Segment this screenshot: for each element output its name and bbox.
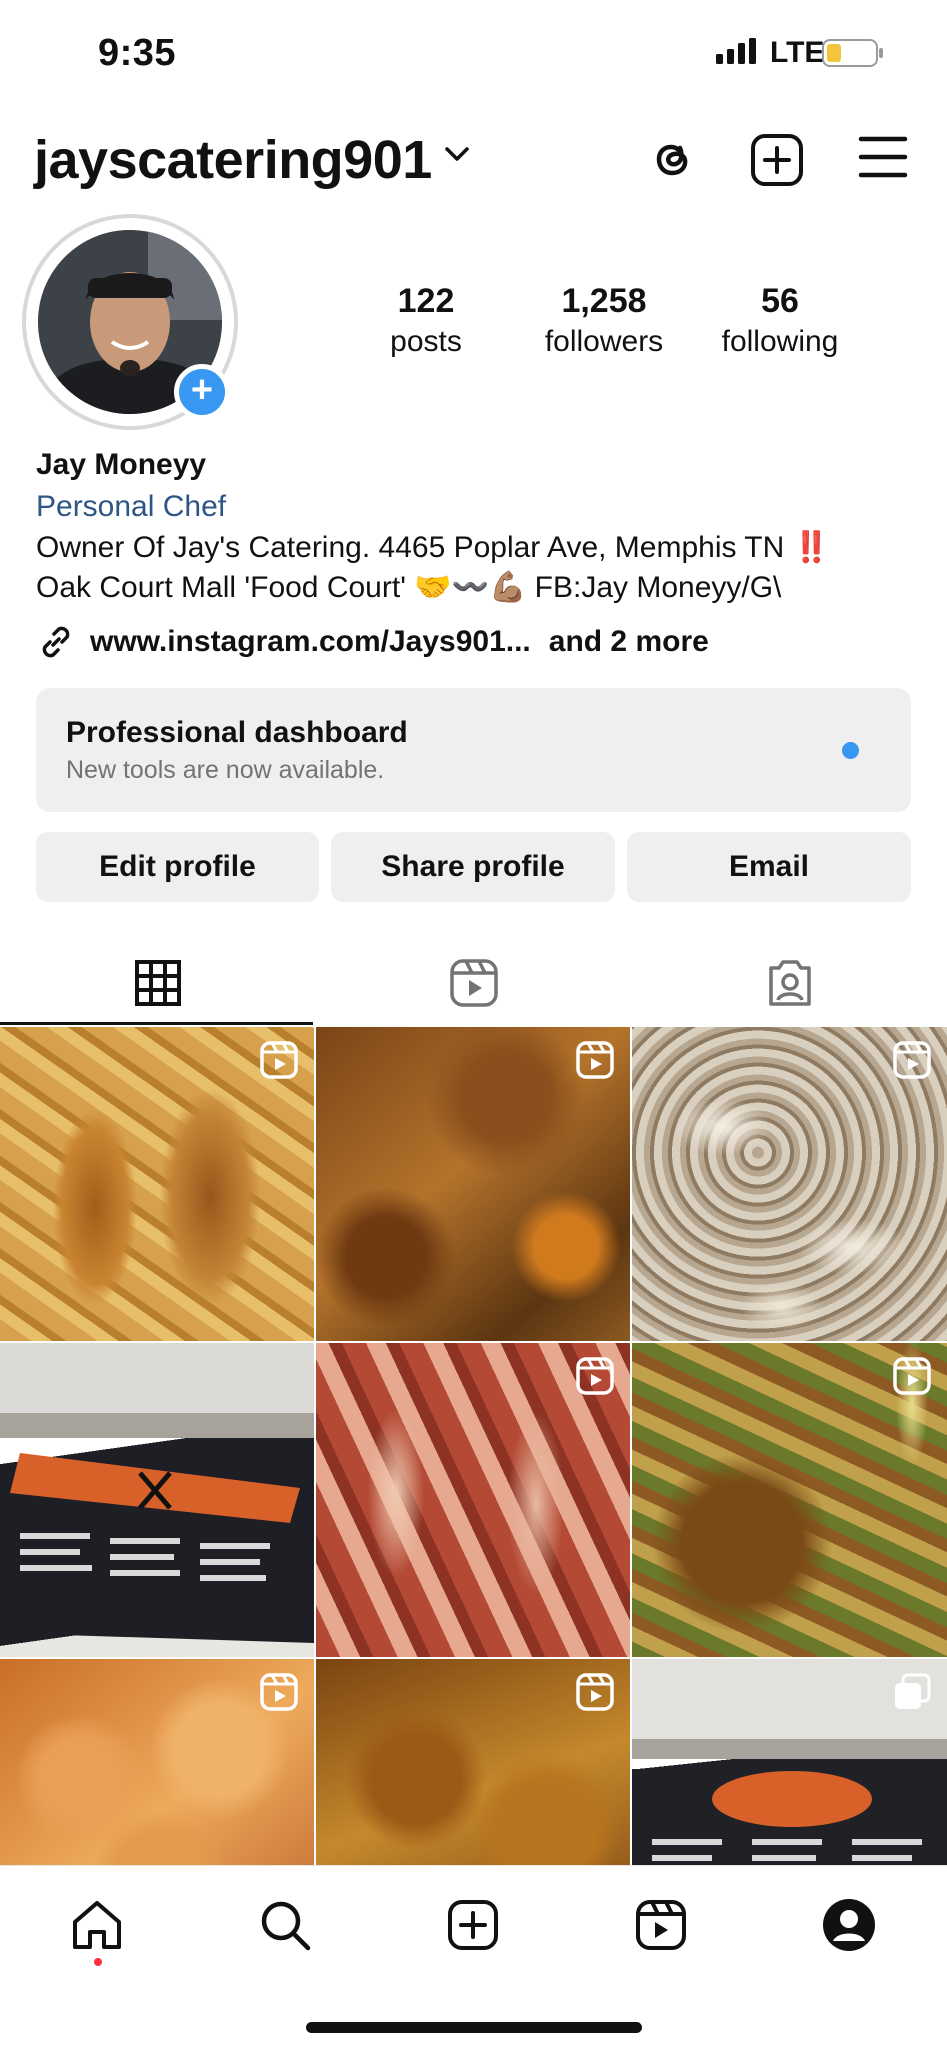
home-icon [73, 1901, 121, 1949]
reel-badge-icon [576, 1041, 614, 1084]
menu-icon[interactable] [858, 135, 908, 184]
post-tile-reel[interactable] [632, 1027, 947, 1341]
create-post-icon[interactable] [750, 133, 804, 192]
threads-icon[interactable] [646, 133, 698, 190]
bio-line: Oak Court Mall 'Food Court' 🤝〰️💪🏽 FB:Jay… [36, 571, 782, 604]
tab-posts-grid[interactable] [0, 940, 315, 1026]
search-icon [261, 1901, 311, 1951]
nav-reels[interactable] [626, 1890, 696, 1960]
post-tile-reel[interactable] [316, 1343, 630, 1657]
followers-count[interactable]: 1,258 followers [514, 282, 694, 359]
active-tab-indicator [0, 1022, 313, 1025]
profile-name: Jay Moneyy [36, 448, 207, 481]
reels-icon [449, 959, 498, 1007]
profile-icon [823, 1899, 875, 1951]
stat-label: posts [390, 325, 462, 358]
post-tile-reel[interactable] [632, 1343, 947, 1657]
account-switcher-username[interactable]: jayscatering901 [34, 129, 432, 191]
notification-dot [94, 1958, 102, 1966]
post-tile-carousel[interactable] [632, 1659, 947, 1865]
chevron-down-icon[interactable] [444, 145, 470, 168]
professional-dashboard[interactable]: Professional dashboard New tools are now… [36, 688, 911, 812]
email-button[interactable]: Email [627, 832, 911, 902]
new-indicator-dot [842, 742, 859, 759]
dashboard-title: Professional dashboard [66, 716, 408, 749]
reel-badge-icon [576, 1673, 614, 1716]
menu-board-photo [0, 1453, 314, 1643]
profile-category: Personal Chef [36, 490, 227, 523]
home-indicator [306, 2022, 642, 2033]
share-profile-button[interactable]: Share profile [331, 832, 615, 902]
reels-icon [636, 1900, 686, 1950]
post-tile-reel[interactable] [0, 1027, 314, 1341]
reel-badge-icon [260, 1673, 298, 1716]
stat-label: following [721, 325, 839, 358]
bottom-tab-bar [0, 1865, 947, 2048]
bio-line: Owner Of Jay's Catering. 4465 Poplar Ave… [36, 531, 830, 564]
grid-icon [134, 960, 181, 1006]
nav-search[interactable] [250, 1890, 320, 1960]
tagged-icon [768, 960, 811, 1006]
tab-tagged[interactable] [632, 940, 947, 1026]
reel-badge-icon [893, 1357, 931, 1400]
post-tile-reel[interactable] [316, 1659, 630, 1865]
posts-count[interactable]: 122 posts [336, 282, 516, 359]
profile-tabs [0, 940, 947, 1026]
link-icon [42, 626, 70, 658]
post-tile-reel[interactable] [0, 1659, 314, 1865]
edit-profile-button[interactable]: Edit profile [36, 832, 319, 902]
clock: 9:35 [98, 32, 177, 74]
bio-link-url[interactable]: www.instagram.com/Jays901... [90, 625, 531, 659]
post-tile-reel[interactable] [316, 1027, 630, 1341]
stat-label: followers [544, 325, 664, 358]
reel-badge-icon [893, 1041, 931, 1084]
stat-value: 122 [397, 282, 455, 320]
post-tile-image[interactable] [0, 1343, 314, 1657]
bio-link-more[interactable]: and 2 more [549, 625, 709, 659]
following-count[interactable]: 56 following [690, 282, 870, 359]
nav-create[interactable] [438, 1890, 508, 1960]
nav-profile[interactable] [814, 1890, 884, 1960]
status-bar: 9:35 LTE [0, 0, 947, 100]
add-story-button[interactable]: + [174, 364, 230, 420]
tab-reels[interactable] [316, 940, 631, 1026]
cellular-signal-icon [716, 38, 758, 69]
battery-icon [822, 39, 884, 72]
posts-grid [0, 1027, 947, 1865]
network-type: LTE [770, 36, 825, 69]
create-icon [448, 1900, 498, 1950]
reel-badge-icon [260, 1041, 298, 1084]
stat-value: 56 [761, 282, 799, 320]
reel-badge-icon [576, 1357, 614, 1400]
nav-home[interactable] [62, 1890, 132, 1960]
profile-header: jayscatering901 [0, 125, 947, 195]
bio-links[interactable]: www.instagram.com/Jays901... and 2 more [36, 622, 709, 662]
dashboard-subtitle: New tools are now available. [66, 756, 385, 784]
stat-value: 1,258 [561, 282, 647, 320]
carousel-badge-icon [893, 1673, 931, 1716]
